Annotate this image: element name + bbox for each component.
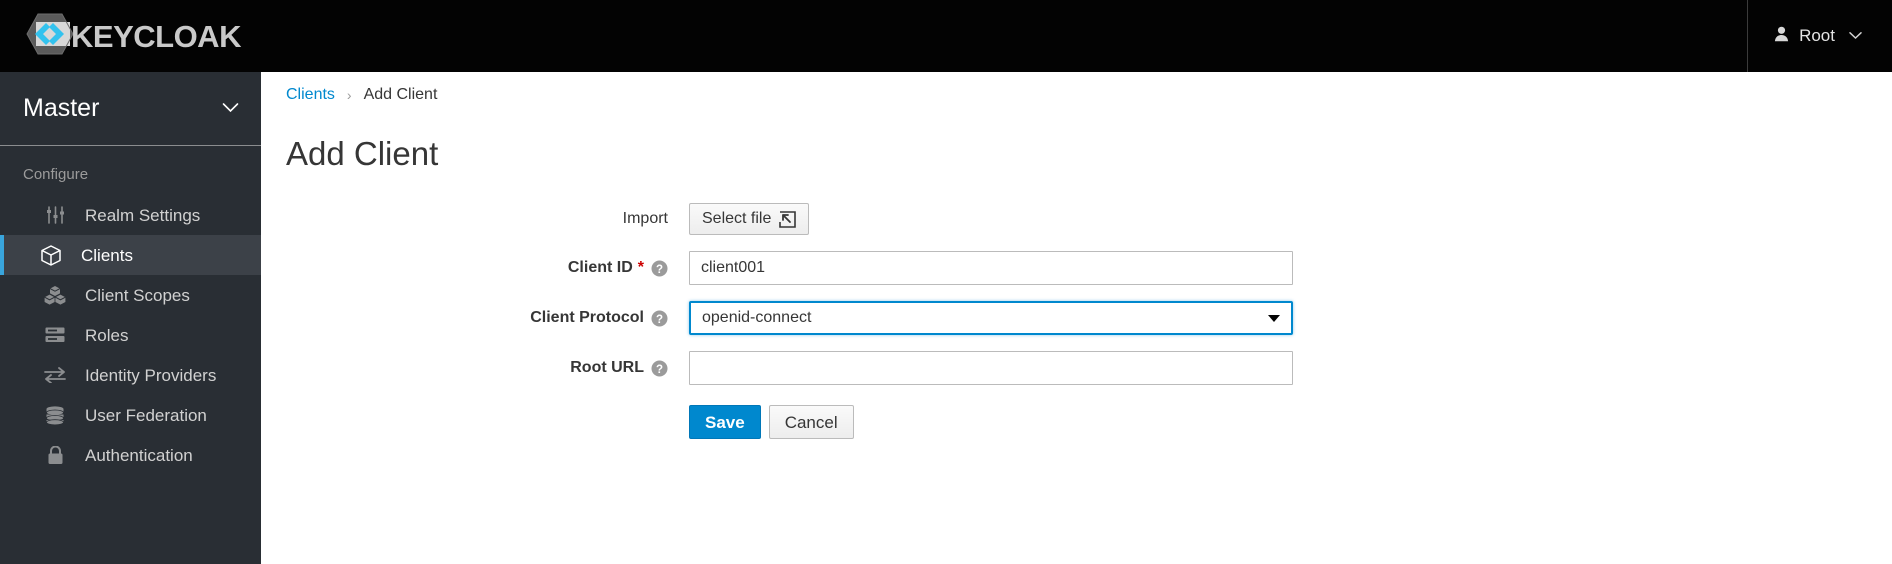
client-protocol-label: Client Protocol ? (261, 310, 689, 327)
exchange-arrows-icon (43, 364, 67, 386)
select-file-button[interactable]: Select file (689, 203, 810, 235)
realm-selector[interactable]: Master (0, 72, 261, 146)
client-protocol-label-text: Client Protocol (530, 309, 644, 326)
svg-text:?: ? (656, 263, 663, 275)
lock-icon (43, 444, 67, 466)
cancel-button[interactable]: Cancel (768, 405, 854, 439)
root-url-control (689, 351, 1293, 385)
sidebar-item-authentication[interactable]: Authentication (0, 435, 261, 475)
brand-logo-link[interactable]: KEYCLOAK (26, 0, 241, 72)
svg-text:?: ? (656, 363, 663, 375)
import-label-text: Import (622, 210, 668, 227)
nav-section-title: Configure (23, 166, 89, 183)
user-menu-label: Root (1799, 26, 1835, 45)
sidebar-item-label: Clients (81, 245, 133, 265)
import-file-icon (779, 210, 797, 228)
sidebar-item-clients[interactable]: Clients (0, 235, 261, 275)
root-url-label: Root URL ? (261, 360, 689, 377)
import-control: Select file (689, 203, 810, 235)
form-row-import: Import Select file (261, 203, 1892, 235)
form-row-client-id: Client ID * ? (261, 251, 1892, 285)
breadcrumb-current: Add Client (363, 86, 438, 103)
client-id-label-text: Client ID (567, 259, 633, 276)
svg-text:?: ? (656, 313, 663, 325)
sidebar-item-label: Authentication (85, 445, 193, 465)
client-id-control (689, 251, 1293, 285)
sidebar-item-client-scopes[interactable]: Client Scopes (0, 275, 261, 315)
client-id-label: Client ID * ? (261, 260, 689, 277)
sidebar-item-label: User Federation (85, 405, 207, 425)
main-content: Clients › Add Client Add Client Import S… (261, 72, 1892, 564)
breadcrumb: Clients › Add Client (261, 72, 1892, 104)
user-icon (1774, 26, 1789, 47)
add-client-form: Import Select file Client ID * ? client0… (261, 203, 1892, 439)
cube-icon (39, 244, 63, 266)
save-button[interactable]: Save (689, 405, 761, 439)
client-id-input[interactable] (689, 251, 1293, 285)
help-circle-icon[interactable]: ? (651, 360, 668, 377)
sidebar-item-label: Roles (85, 325, 129, 345)
realm-selector-label: Master (23, 94, 100, 122)
brand-text: KEYCLOAK (71, 18, 241, 54)
client-protocol-select[interactable]: openid-connect (689, 301, 1293, 335)
client-protocol-control: openid-connect (689, 301, 1293, 335)
breadcrumb-separator: › (346, 87, 352, 103)
root-url-input[interactable] (689, 351, 1293, 385)
keycloak-admin-console: KEYCLOAK Root Master Configure Realm Set… (0, 0, 1892, 564)
form-row-root-url: Root URL ? (261, 351, 1892, 385)
chevron-down-icon (222, 100, 239, 118)
breadcrumb-link-clients[interactable]: Clients (286, 86, 335, 104)
sidebar-item-label: Identity Providers (85, 365, 217, 385)
form-row-client-protocol: Client Protocol ? openid-connect (261, 301, 1892, 335)
sidebar-item-label: Client Scopes (85, 285, 190, 305)
form-actions: Save Cancel (261, 405, 1892, 439)
chevron-down-icon (1849, 27, 1862, 45)
sidebar-item-realm-settings[interactable]: Realm Settings (0, 195, 261, 235)
client-protocol-selected-value: openid-connect (702, 309, 812, 326)
stacked-cubes-icon (43, 284, 67, 306)
database-icon (43, 404, 67, 426)
help-circle-icon[interactable]: ? (651, 310, 668, 327)
import-label: Import (261, 211, 689, 227)
root-url-label-text: Root URL (570, 359, 644, 376)
help-circle-icon[interactable]: ? (651, 260, 668, 277)
server-list-icon (43, 324, 67, 346)
sliders-icon (43, 204, 67, 226)
required-marker: * (637, 259, 644, 276)
masthead: KEYCLOAK Root (0, 0, 1892, 72)
select-file-label: Select file (702, 210, 772, 227)
sidebar-item-identity-providers[interactable]: Identity Providers (0, 355, 261, 395)
sidebar-navigation: Master Configure Realm Settings Clients … (0, 72, 261, 564)
sidebar-item-roles[interactable]: Roles (0, 315, 261, 355)
user-menu-toggle[interactable]: Root (1748, 0, 1892, 72)
keycloak-hexagon-logo-icon (26, 12, 74, 61)
sidebar-item-user-federation[interactable]: User Federation (0, 395, 261, 435)
sidebar-item-label: Realm Settings (85, 205, 201, 225)
caret-down-icon (1268, 309, 1280, 327)
page-title: Add Client (286, 135, 439, 172)
